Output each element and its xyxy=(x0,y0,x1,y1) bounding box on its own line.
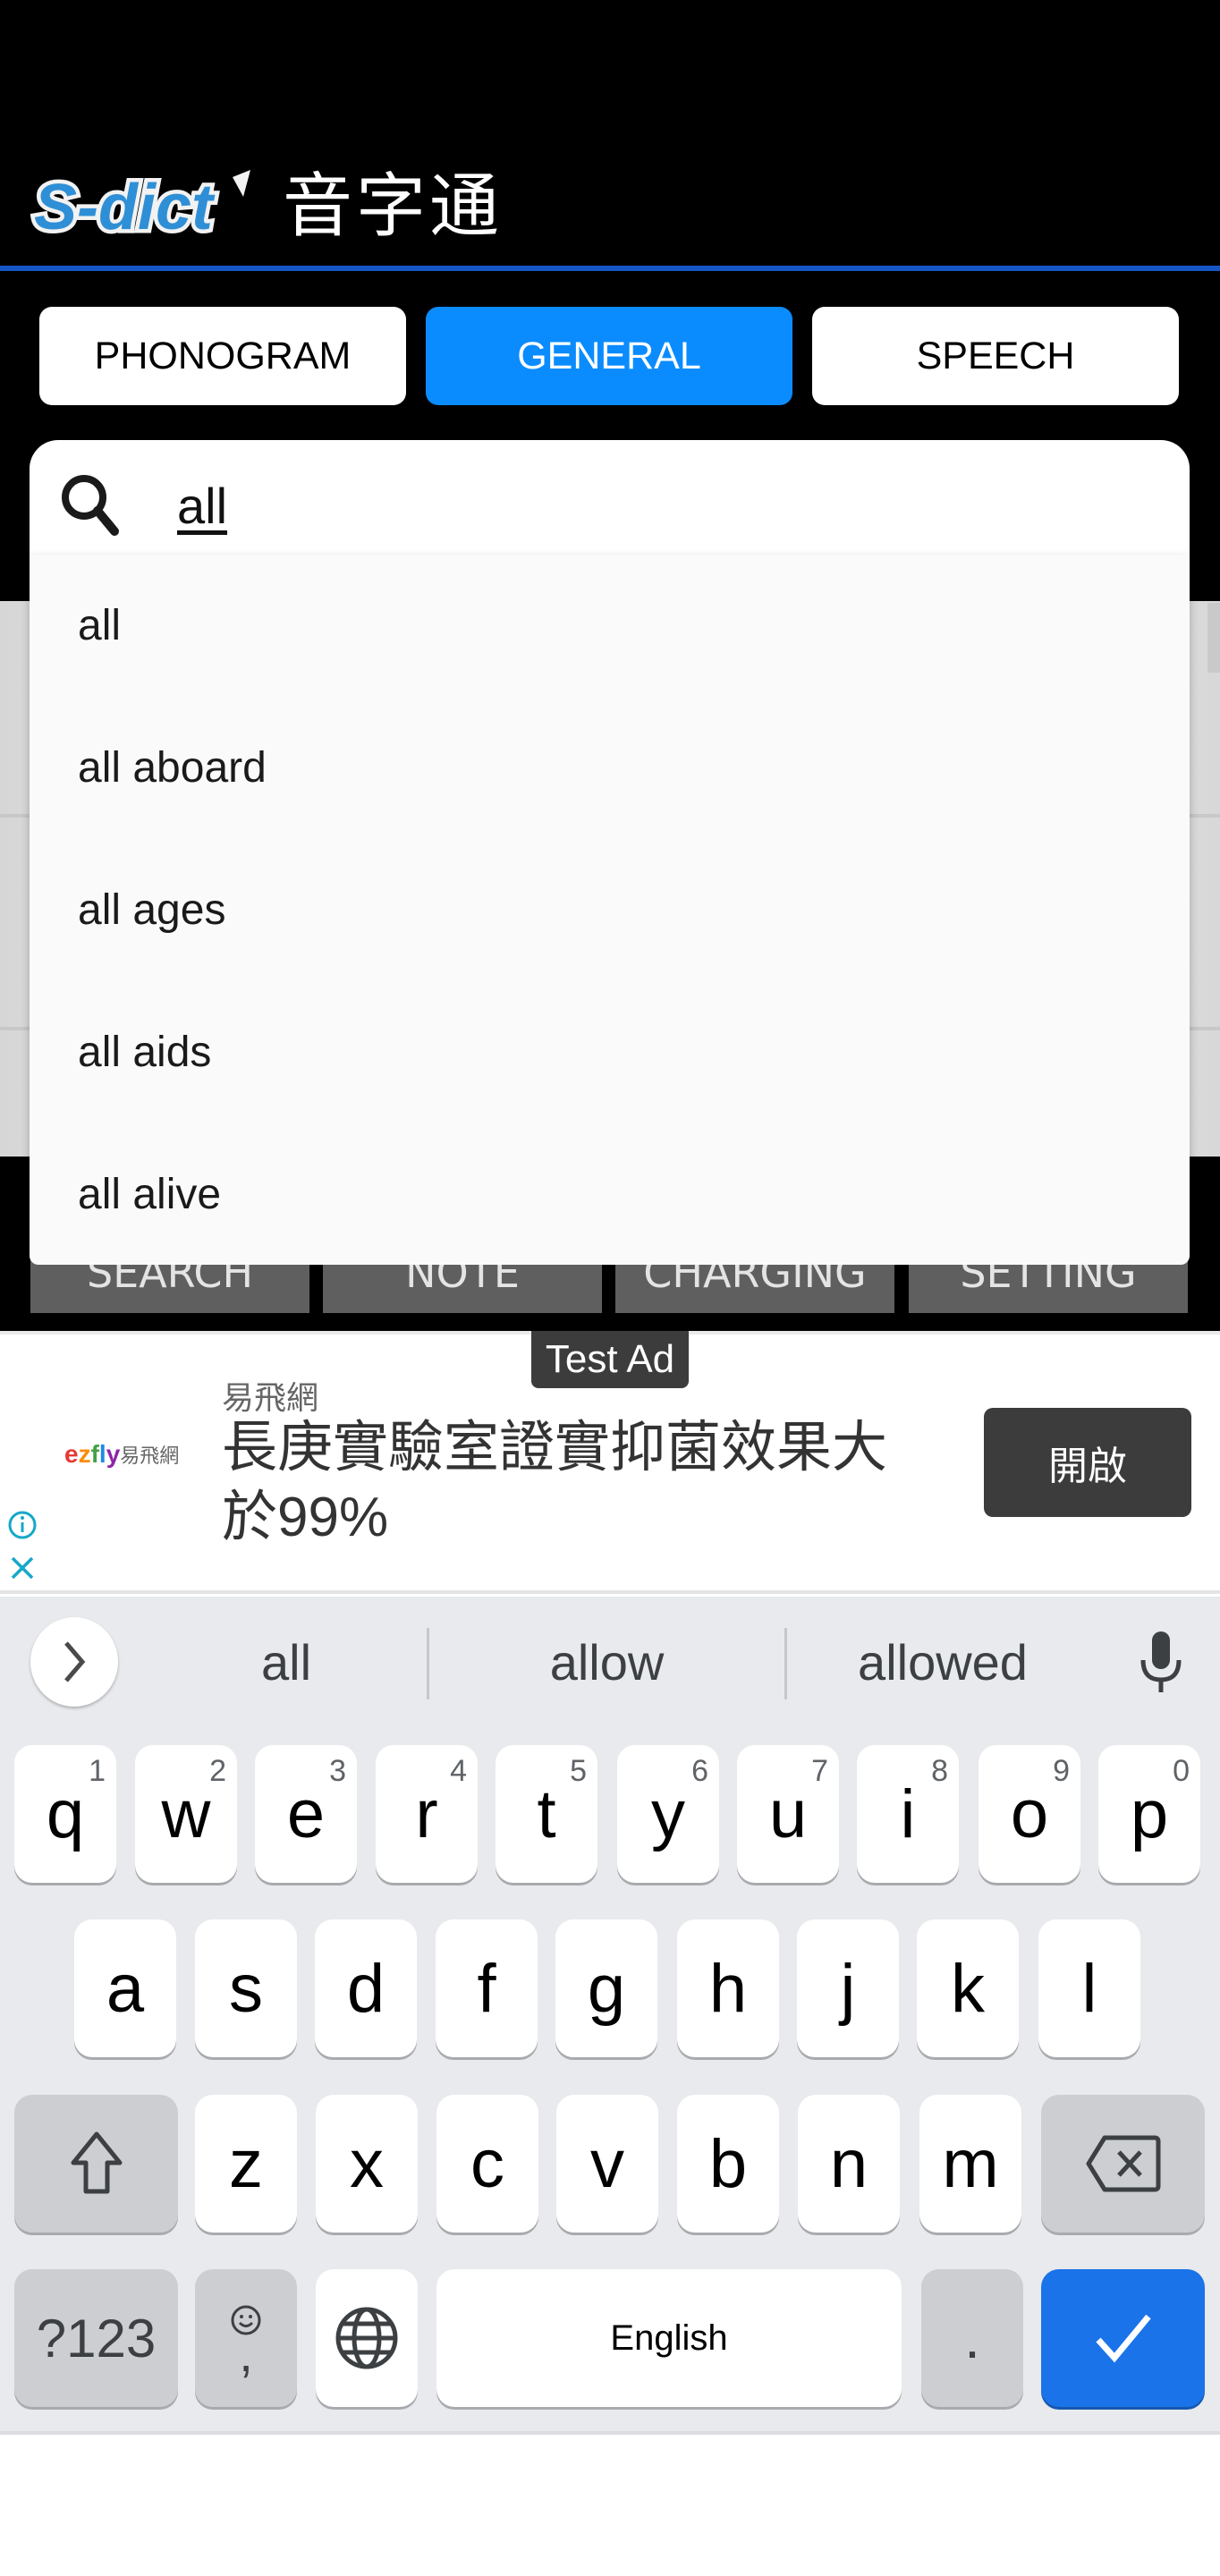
tab-speech[interactable]: SPEECH xyxy=(812,307,1179,405)
test-ad-badge: Test Ad xyxy=(531,1331,689,1388)
tab-general[interactable]: GENERAL xyxy=(426,307,792,405)
key-l[interactable]: l xyxy=(1038,1919,1140,2057)
symbols-key[interactable]: ?123 xyxy=(14,2269,178,2407)
globe-icon xyxy=(335,2307,398,2369)
backspace-icon xyxy=(1086,2135,1160,2192)
dropdown-bottom-edge xyxy=(30,1243,1190,1265)
autocomplete-item[interactable]: all aboard xyxy=(30,697,1190,839)
key-j[interactable]: j xyxy=(797,1919,899,2057)
key-v[interactable]: v xyxy=(556,2095,658,2233)
app-title: 音字通 xyxy=(283,166,504,247)
key-t[interactable]: t5 xyxy=(496,1745,597,1883)
key-q[interactable]: q1 xyxy=(14,1745,116,1883)
shift-key[interactable] xyxy=(14,2095,178,2233)
key-b[interactable]: b xyxy=(677,2095,779,2233)
status-bar xyxy=(0,0,1220,134)
info-icon[interactable] xyxy=(7,1510,38,1540)
backspace-key[interactable] xyxy=(1041,2095,1205,2233)
key-f[interactable]: f xyxy=(436,1919,538,2057)
key-x[interactable]: x xyxy=(316,2095,418,2233)
logo-text: S-dict xyxy=(34,172,216,243)
s-dict-logo: S-dict xyxy=(30,170,250,243)
key-z[interactable]: z xyxy=(195,2095,297,2233)
ad-logo-cn: 易飛網 xyxy=(120,1445,180,1467)
search-icon[interactable] xyxy=(55,469,127,540)
suggestion-item[interactable]: allow xyxy=(429,1626,784,1698)
checkmark-icon xyxy=(1095,2314,1151,2363)
key-m[interactable]: m xyxy=(919,2095,1021,2233)
autocomplete-item[interactable]: all xyxy=(30,555,1190,697)
key-o[interactable]: o9 xyxy=(979,1745,1080,1883)
shift-icon xyxy=(71,2131,122,2194)
scrollbar-thumb[interactable] xyxy=(1207,603,1220,673)
comma-label: , xyxy=(239,2326,253,2382)
key-h[interactable]: h xyxy=(677,1919,779,2057)
ad-logo-brand: e xyxy=(64,1440,79,1468)
language-key[interactable] xyxy=(316,2269,418,2407)
key-p[interactable]: p0 xyxy=(1098,1745,1200,1883)
autocomplete-item[interactable]: all aids xyxy=(30,981,1190,1123)
key-r[interactable]: r4 xyxy=(376,1745,478,1883)
suggestion-item[interactable]: allowed xyxy=(787,1626,1098,1698)
close-icon[interactable] xyxy=(9,1555,36,1581)
key-y[interactable]: y6 xyxy=(617,1745,719,1883)
key-g[interactable]: g xyxy=(555,1919,657,2057)
key-a[interactable]: a xyxy=(74,1919,176,2057)
microphone-icon[interactable] xyxy=(1136,1630,1186,1694)
key-e[interactable]: e3 xyxy=(255,1745,357,1883)
key-k[interactable]: k xyxy=(917,1919,1019,2057)
ad-headline[interactable]: 長庚實驗室證實抑菌效果大於99% xyxy=(222,1413,902,1553)
key-s[interactable]: s xyxy=(195,1919,297,2057)
space-key[interactable]: English xyxy=(436,2269,902,2407)
header-divider xyxy=(0,266,1220,271)
suggestion-item[interactable]: all xyxy=(143,1626,429,1698)
key-d[interactable]: d xyxy=(315,1919,417,2057)
tab-phonogram[interactable]: PHONOGRAM xyxy=(39,307,406,405)
ad-logo: ezfly易飛網 xyxy=(64,1440,180,1468)
period-key[interactable]: . xyxy=(921,2269,1023,2407)
key-u[interactable]: u7 xyxy=(737,1745,839,1883)
key-w[interactable]: w2 xyxy=(135,1745,237,1883)
suggestion-expand-button[interactable] xyxy=(30,1617,118,1707)
search-input[interactable] xyxy=(177,474,1072,537)
autocomplete-dropdown: all all aboard all ages all aids all ali… xyxy=(30,555,1190,1265)
enter-key[interactable] xyxy=(1041,2269,1205,2407)
chevron-right-icon xyxy=(64,1641,86,1682)
key-i[interactable]: i8 xyxy=(857,1745,959,1883)
key-c[interactable]: c xyxy=(436,2095,538,2233)
ad-advertiser: 易飛網 xyxy=(222,1379,319,1416)
key-n[interactable]: n xyxy=(798,2095,900,2233)
emoji-comma-key[interactable]: , xyxy=(195,2269,297,2407)
ad-open-button[interactable]: 開啟 xyxy=(984,1408,1191,1517)
autocomplete-item[interactable]: all ages xyxy=(30,839,1190,981)
